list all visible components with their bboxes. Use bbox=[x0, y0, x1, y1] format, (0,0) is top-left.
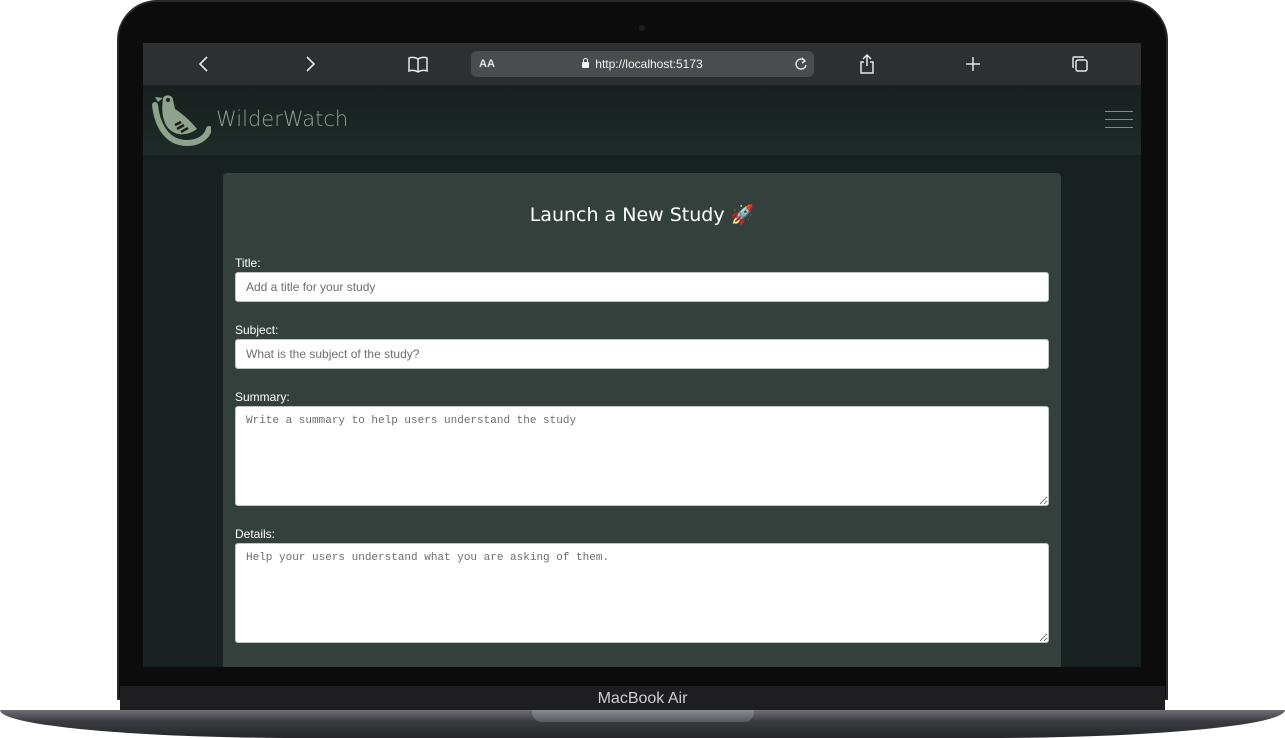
app-navbar: WilderWatch bbox=[143, 85, 1141, 155]
camera-icon bbox=[639, 25, 645, 31]
laptop-notch bbox=[532, 710, 754, 722]
main-content: Launch a New Study🚀 Title: Subject: Summ… bbox=[143, 155, 1141, 667]
details-label: Details: bbox=[235, 527, 276, 541]
browser-toolbar: AA http://localhost:5173 bbox=[143, 43, 1141, 85]
subject-label: Subject: bbox=[235, 323, 279, 337]
brand-name[interactable]: WilderWatch bbox=[216, 107, 348, 131]
details-textarea[interactable] bbox=[235, 543, 1049, 643]
tabs-icon[interactable] bbox=[1065, 43, 1095, 85]
bird-logo-icon[interactable] bbox=[151, 91, 212, 151]
new-tab-icon[interactable] bbox=[958, 43, 988, 85]
share-icon[interactable] bbox=[852, 43, 882, 85]
form-heading-text: Launch a New Study bbox=[529, 204, 725, 226]
hamburger-icon[interactable] bbox=[1105, 111, 1133, 129]
title-input[interactable] bbox=[235, 272, 1049, 302]
address-bar[interactable]: AA http://localhost:5173 bbox=[471, 51, 814, 77]
rocket-icon: 🚀 bbox=[730, 204, 755, 226]
screen: AA http://localhost:5173 WilderWatch Lau… bbox=[143, 43, 1141, 667]
new-study-form: Launch a New Study🚀 Title: Subject: Summ… bbox=[223, 173, 1061, 667]
lock-icon bbox=[582, 58, 590, 68]
bookmarks-icon[interactable] bbox=[403, 43, 433, 85]
url-label: http://localhost:5173 bbox=[595, 57, 703, 71]
url-text: http://localhost:5173 bbox=[471, 51, 814, 77]
back-icon[interactable] bbox=[189, 43, 219, 85]
subject-input[interactable] bbox=[235, 339, 1049, 369]
device-label: MacBook Air bbox=[597, 690, 688, 707]
form-heading: Launch a New Study 🚀 bbox=[223, 203, 1061, 226]
title-label: Title: bbox=[235, 256, 261, 270]
reload-icon[interactable] bbox=[794, 51, 808, 81]
summary-label: Summary: bbox=[235, 390, 290, 404]
forward-icon[interactable] bbox=[295, 43, 325, 85]
summary-textarea[interactable] bbox=[235, 406, 1049, 506]
